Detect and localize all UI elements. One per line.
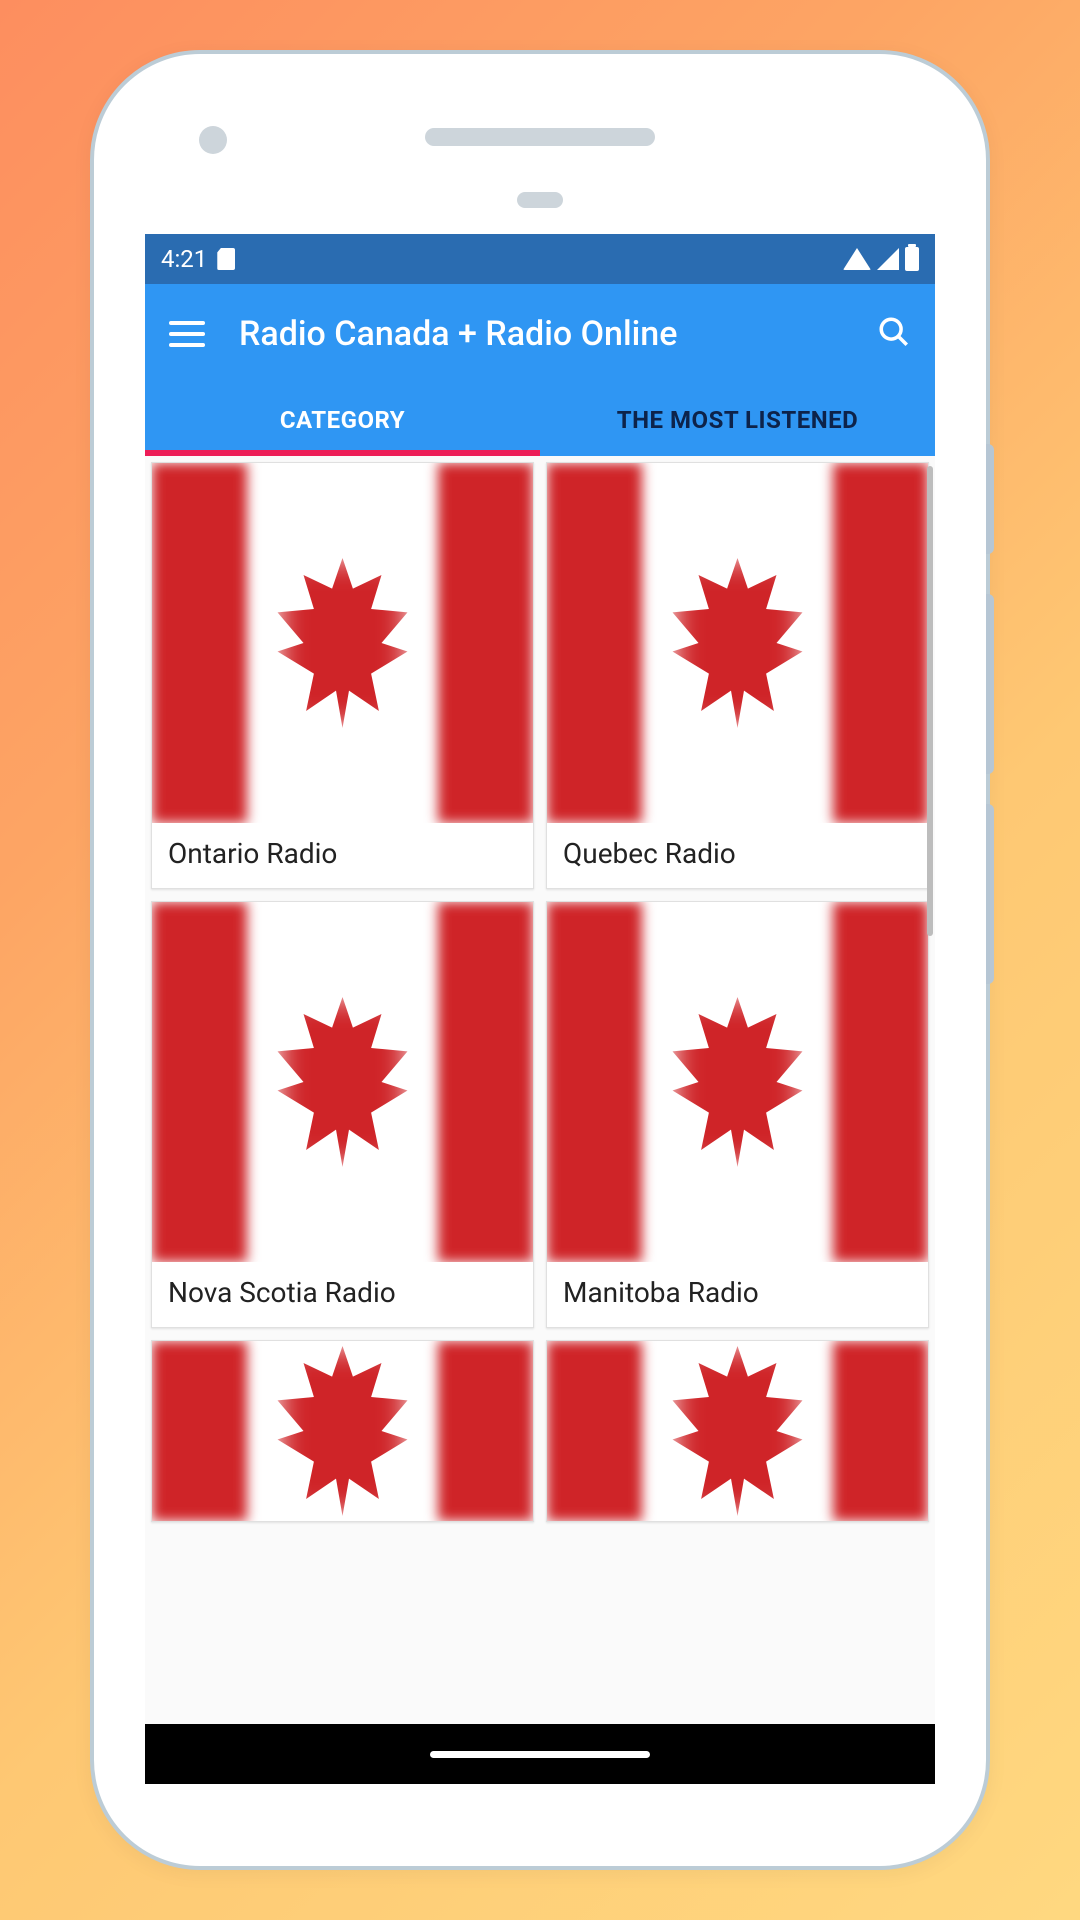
category-card[interactable]: Ontario Radio	[151, 462, 534, 889]
category-card[interactable]: Nova Scotia Radio	[151, 901, 534, 1328]
home-indicator[interactable]	[430, 1751, 650, 1758]
canada-flag-icon	[152, 1341, 533, 1521]
category-card[interactable]	[151, 1340, 534, 1522]
wifi-icon	[843, 248, 871, 270]
app-bar: Radio Canada + Radio Online	[145, 284, 935, 384]
battery-icon	[905, 247, 919, 271]
scrollbar[interactable]	[927, 466, 933, 936]
tab-most-listened[interactable]: THE MOST LISTENED	[540, 384, 935, 456]
category-label: Nova Scotia Radio	[152, 1262, 533, 1327]
category-label: Quebec Radio	[547, 823, 928, 888]
phone-speaker	[425, 128, 655, 146]
phone-side-button	[986, 804, 994, 984]
phone-notch	[517, 192, 563, 208]
phone-side-button	[986, 444, 994, 554]
menu-icon[interactable]	[169, 321, 205, 347]
tab-category[interactable]: CATEGORY	[145, 384, 540, 456]
category-card[interactable]: Manitoba Radio	[546, 901, 929, 1328]
phone-camera	[199, 126, 227, 154]
phone-frame: 4:21 Radio Canada + Radio Online C	[90, 50, 990, 1870]
tabs: CATEGORY THE MOST LISTENED	[145, 384, 935, 456]
status-time: 4:21	[161, 245, 207, 273]
signal-icon	[877, 248, 899, 270]
canada-flag-icon	[547, 902, 928, 1262]
canada-flag-icon	[152, 463, 533, 823]
sd-card-icon	[217, 248, 235, 270]
status-bar: 4:21	[145, 234, 935, 284]
app-title: Radio Canada + Radio Online	[239, 314, 877, 354]
category-label: Ontario Radio	[152, 823, 533, 888]
category-label: Manitoba Radio	[547, 1262, 928, 1327]
content[interactable]: Ontario Radio Quebec Radio Nova Scotia R…	[145, 456, 935, 1784]
screen: 4:21 Radio Canada + Radio Online C	[145, 234, 935, 1784]
phone-side-button	[986, 594, 994, 774]
canada-flag-icon	[152, 902, 533, 1262]
tab-label: THE MOST LISTENED	[617, 406, 859, 434]
category-card[interactable]: Quebec Radio	[546, 462, 929, 889]
canada-flag-icon	[547, 1341, 928, 1521]
search-icon[interactable]	[877, 315, 911, 353]
navigation-bar	[145, 1724, 935, 1784]
canada-flag-icon	[547, 463, 928, 823]
tab-label: CATEGORY	[280, 406, 405, 434]
category-card[interactable]	[546, 1340, 929, 1522]
category-grid: Ontario Radio Quebec Radio Nova Scotia R…	[145, 456, 935, 1528]
